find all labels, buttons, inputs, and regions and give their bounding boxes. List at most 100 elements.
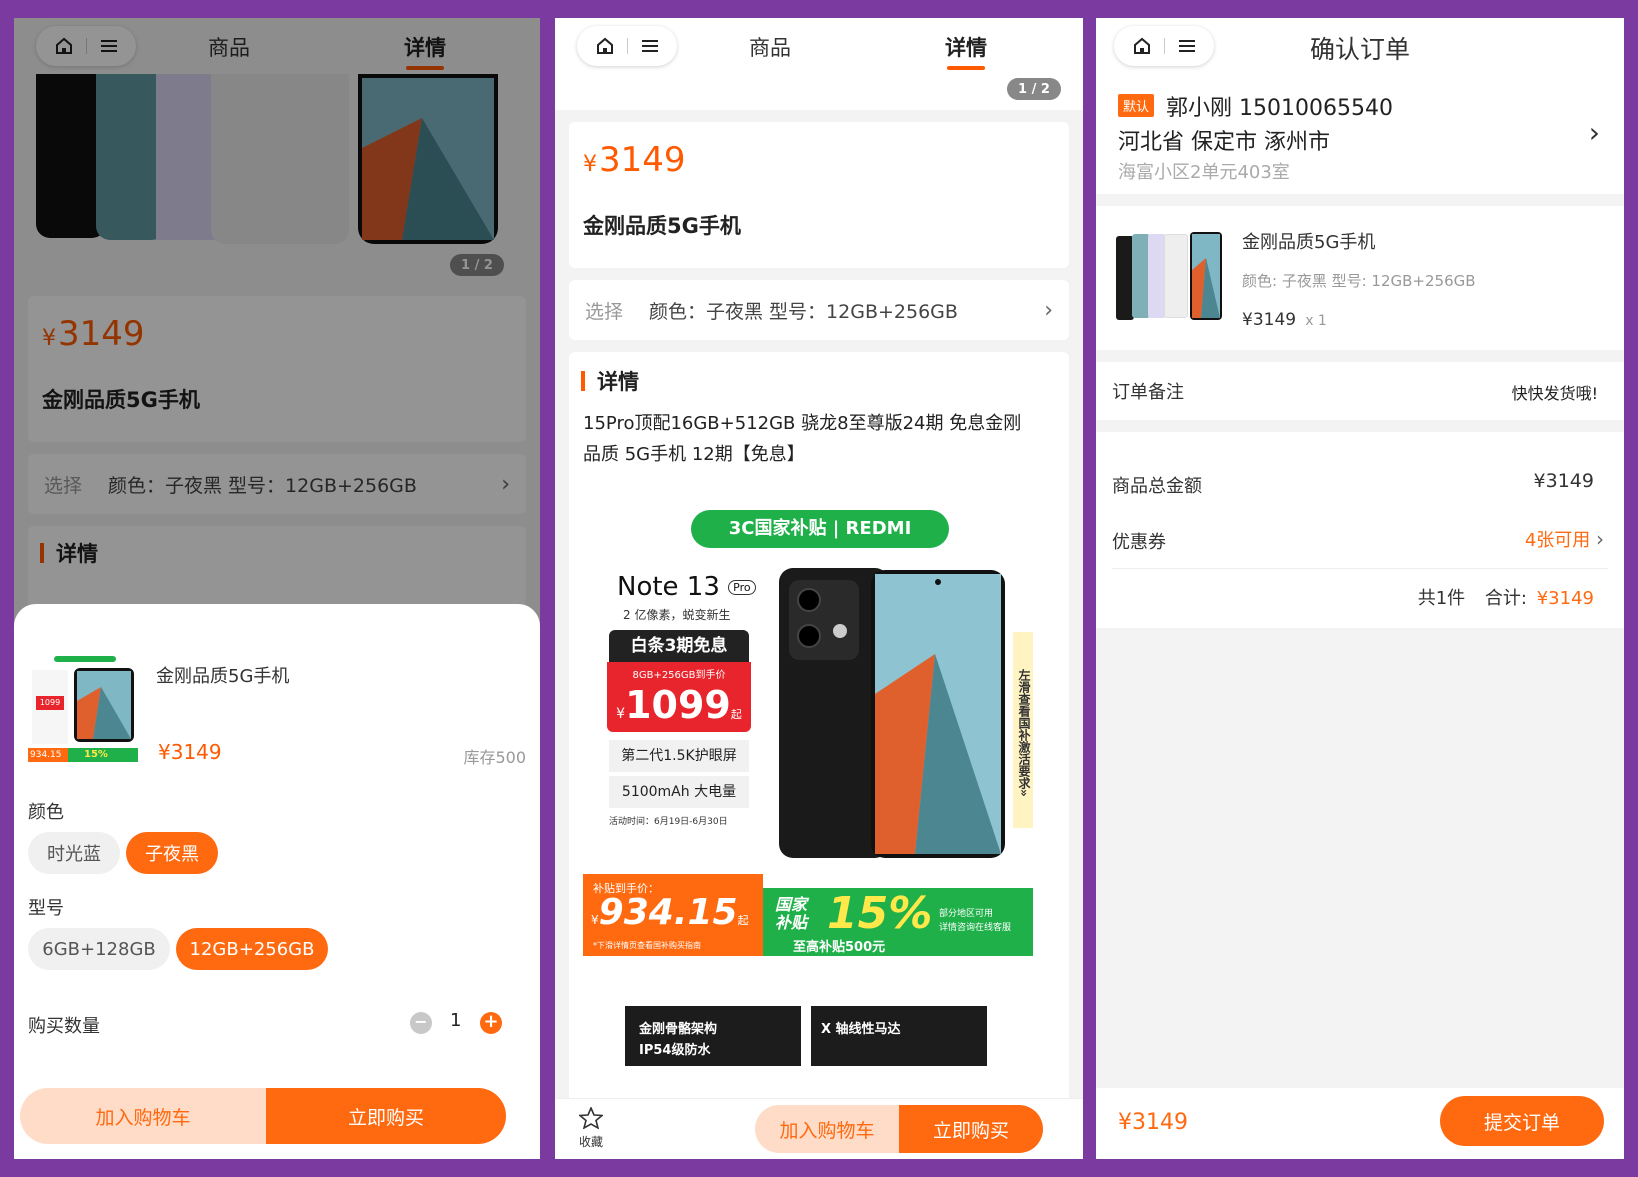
- sheet-product-thumbnail: 1099 934.15 15%: [28, 656, 138, 766]
- sum-value: ¥3149: [1536, 588, 1594, 609]
- promo-side-text[interactable]: 左滑查看国补激活要求»: [1013, 632, 1033, 828]
- coupon-label: 优惠券: [1112, 532, 1166, 553]
- submit-order-button[interactable]: 提交订单: [1440, 1096, 1604, 1146]
- thumb-price: 1099: [36, 696, 64, 710]
- promo-poster: 3C国家补贴 | REDMI Note 13 Pro 2 亿像素，蜕变新生 白条…: [583, 502, 1055, 962]
- remark-value[interactable]: 快快发货哦!: [1512, 380, 1598, 404]
- feature-tile-1-line2: IP54级防水: [639, 1043, 711, 1058]
- menu-icon[interactable]: [642, 39, 659, 53]
- image-pager: 1 / 2: [1007, 78, 1061, 100]
- quantity-label: 购买数量: [28, 1016, 100, 1037]
- product-price: 3149: [599, 140, 686, 180]
- sheet-product-name: 金刚品质5G手机: [156, 666, 290, 687]
- promo-model-badge: Pro: [728, 580, 756, 595]
- subsidy-note: *下滑详情页查看国补购买指南: [593, 941, 701, 950]
- detail-description: 15Pro顶配16GB+512GB 骁龙8至尊版24期 免息金刚品质 5G手机 …: [583, 413, 1022, 465]
- thumb-subsidy-percent: 15%: [68, 748, 138, 762]
- promo-installment: 白条3期免息: [609, 630, 749, 662]
- order-item: 金刚品质5G手机 颜色: 子夜黑 型号: 12GB+256GB ¥3149 x …: [1096, 206, 1624, 350]
- region-note-1: 部分地区可用: [939, 909, 994, 919]
- quantity-plus-button[interactable]: +: [480, 1012, 502, 1034]
- price-card: ¥3149 金刚品质5G手机: [569, 122, 1069, 268]
- footer-total: ¥3149: [1118, 1110, 1188, 1135]
- detail-section: 详情 15Pro顶配16GB+512GB 骁龙8至尊版24期 免息金刚品质 5G…: [569, 352, 1069, 1159]
- address-detail: 海富小区2单元403室: [1118, 162, 1290, 183]
- order-summary: 商品总金额 ¥3149 优惠券 4张可用 › 共1件 合计: ¥3149: [1096, 432, 1624, 628]
- model-option-6-128[interactable]: 6GB+128GB: [28, 928, 170, 970]
- chevron-right-icon: ›: [1588, 116, 1600, 149]
- subsidy-price: 934.15: [598, 892, 738, 933]
- total-label: 商品总金额: [1112, 476, 1202, 497]
- bottom-action-bar: 收藏 加入购物车 立即购买: [555, 1098, 1083, 1159]
- buy-now-button[interactable]: 立即购买: [899, 1105, 1043, 1153]
- nav-pill: [577, 26, 677, 66]
- promo-price: 1099: [625, 683, 731, 727]
- star-icon: [577, 1105, 605, 1133]
- top-nav: 商品 详情: [555, 18, 1083, 74]
- model-label: 型号: [28, 898, 64, 919]
- chevron-right-icon: ›: [1596, 527, 1604, 551]
- promo-feature-1: 第二代1.5K护眼屏: [609, 740, 749, 772]
- select-label: 选择: [585, 300, 624, 323]
- promo-activity-time: 活动时间：6月19日-6月30日: [609, 817, 728, 827]
- sheet-price: ¥3149: [158, 740, 222, 764]
- item-price: ¥3149: [1242, 310, 1297, 330]
- sheet-stock: 库存500: [463, 748, 526, 767]
- national-subsidy: 国家补贴: [775, 895, 808, 932]
- coupon-selector[interactable]: 4张可用 ›: [1525, 526, 1604, 552]
- feature-tile-1: 金刚骨骼架构 IP54级防水: [625, 1006, 801, 1066]
- submit-bar: ¥3149 提交订单: [1096, 1088, 1624, 1159]
- promo-tagline: 2 亿像素，蜕变新生: [623, 608, 731, 622]
- promo-feature-2: 5100mAh 大电量: [609, 776, 749, 808]
- thumb-subsidy-price: 934.15: [28, 748, 68, 762]
- top-nav: 确认订单: [1096, 18, 1624, 74]
- coupon-value: 4张可用: [1524, 530, 1591, 551]
- default-badge: 默认: [1118, 94, 1155, 117]
- item-qty: x 1: [1305, 313, 1327, 329]
- color-label: 颜色: [28, 802, 64, 823]
- page-title: 确认订单: [1309, 35, 1410, 64]
- select-value: 颜色：子夜黑 型号：12GB+256GB: [649, 300, 958, 323]
- product-name: 金刚品质5G手机: [583, 214, 741, 238]
- promo-config-label: 8GB+256GB到手价: [632, 670, 726, 681]
- feature-tile-2: X 轴线性马达: [811, 1006, 987, 1066]
- promo-price-suffix: 起: [730, 708, 742, 721]
- spec-select-row[interactable]: 选择 颜色：子夜黑 型号：12GB+256GB ›: [569, 280, 1069, 340]
- total-value: ¥3149: [1533, 470, 1594, 492]
- item-name: 金刚品质5G手机: [1242, 232, 1376, 253]
- spec-bottom-sheet: 1099 934.15 15% 金刚品质5G手机 ¥3149 库存500 颜色 …: [14, 604, 540, 1159]
- tab-goods[interactable]: 商品: [749, 32, 791, 62]
- address-card[interactable]: 默认 郭小刚 15010065540 河北省 保定市 涿州市 海富小区2单元40…: [1096, 88, 1624, 194]
- tab-detail[interactable]: 详情: [945, 32, 987, 70]
- item-count: 共1件: [1417, 588, 1466, 609]
- sum-label: 合计:: [1484, 588, 1527, 609]
- price-currency: ¥: [583, 152, 597, 177]
- subsidy-price-suffix: 起: [737, 914, 749, 927]
- add-to-cart-button[interactable]: 加入购物车: [20, 1088, 266, 1144]
- promo-model: Note 13: [617, 572, 720, 602]
- model-option-12-256[interactable]: 12GB+256GB: [176, 928, 328, 970]
- order-remark-row[interactable]: 订单备注 快快发货哦!: [1096, 362, 1624, 420]
- chevron-right-icon: ›: [1044, 297, 1053, 323]
- item-spec: 颜色: 子夜黑 型号: 12GB+256GB: [1242, 272, 1476, 290]
- max-subsidy: 至高补贴500元: [793, 940, 886, 955]
- region-note-2: 详情咨询在线客服: [939, 923, 1012, 933]
- home-icon[interactable]: [596, 37, 614, 55]
- promo-phone-front: [871, 570, 1005, 858]
- favorite-button[interactable]: 收藏: [571, 1105, 611, 1150]
- add-to-cart-button[interactable]: 加入购物车: [755, 1105, 899, 1153]
- quantity-minus-button[interactable]: −: [410, 1012, 432, 1034]
- quantity-value[interactable]: 1: [450, 1010, 461, 1031]
- panel-product-detail: 商品 详情 1 / 2 ¥3149 金刚品质5G手机 选择 颜色：子夜黑 型号：…: [555, 18, 1083, 1159]
- receiver-info: 郭小刚 15010065540: [1166, 96, 1393, 121]
- color-option-blue[interactable]: 时光蓝: [28, 832, 120, 874]
- address-region: 河北省 保定市 涿州市: [1118, 130, 1330, 155]
- feature-tile-1-line1: 金刚骨骼架构: [639, 1022, 718, 1037]
- panel-confirm-order: 确认订单 默认 郭小刚 15010065540 河北省 保定市 涿州市 海富小区…: [1096, 18, 1624, 1159]
- detail-title: 详情: [581, 366, 639, 396]
- buy-now-button[interactable]: 立即购买: [266, 1088, 506, 1144]
- panel-spec-selector: 1 / 2 ¥3149 金刚品质5G手机 选择 颜色：子夜黑 型号：12GB+2…: [14, 18, 540, 1159]
- remark-label: 订单备注: [1112, 382, 1184, 403]
- color-option-black[interactable]: 子夜黑: [126, 832, 218, 874]
- subsidy-percent: 15%: [827, 888, 933, 939]
